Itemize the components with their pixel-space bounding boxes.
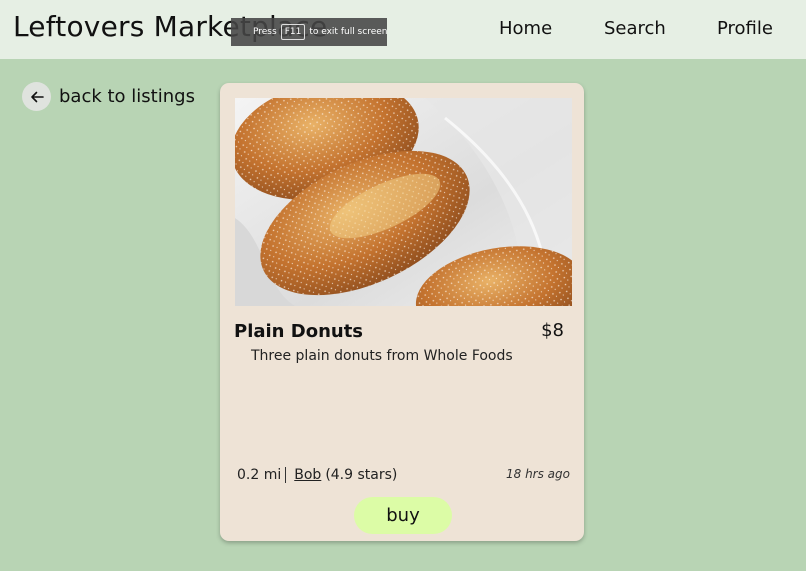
meta-divider	[285, 467, 287, 483]
listing-posted-time: 18 hrs ago	[505, 467, 570, 481]
donuts-photo-image	[235, 98, 572, 306]
seller-rating: (4.9 stars)	[325, 467, 398, 483]
nav-search-link[interactable]: Search	[604, 18, 666, 39]
listing-description: Three plain donuts from Whole Foods	[251, 348, 513, 364]
fullscreen-notice-text: to exit full screen	[309, 27, 388, 37]
top-navigation-bar: Leftovers Marketplace Home Search Profil…	[0, 0, 806, 59]
nav-home-link[interactable]: Home	[499, 18, 552, 39]
back-button-circle[interactable]	[22, 82, 51, 111]
arrow-left-icon	[30, 91, 44, 102]
donuts-photo	[235, 98, 572, 306]
buy-button[interactable]: buy	[354, 497, 452, 534]
seller-link[interactable]: Bob	[294, 467, 321, 483]
listing-price: $8	[541, 320, 564, 341]
back-to-listings-label[interactable]: back to listings	[59, 86, 195, 107]
fullscreen-notice-press: Press	[253, 27, 277, 37]
fullscreen-notice-key: F11	[280, 24, 306, 40]
listing-distance: 0.2 mi	[237, 467, 282, 483]
listing-card: Plain Donuts $8 Three plain donuts from …	[220, 83, 584, 541]
listing-title: Plain Donuts	[234, 321, 364, 342]
nav-profile-link[interactable]: Profile	[717, 18, 773, 39]
back-to-listings-button[interactable]: back to listings	[22, 82, 195, 111]
fullscreen-exit-notice: Press F11 to exit full screen	[231, 18, 387, 46]
listing-meta: 0.2 mi Bob (4.9 stars)	[237, 467, 397, 483]
